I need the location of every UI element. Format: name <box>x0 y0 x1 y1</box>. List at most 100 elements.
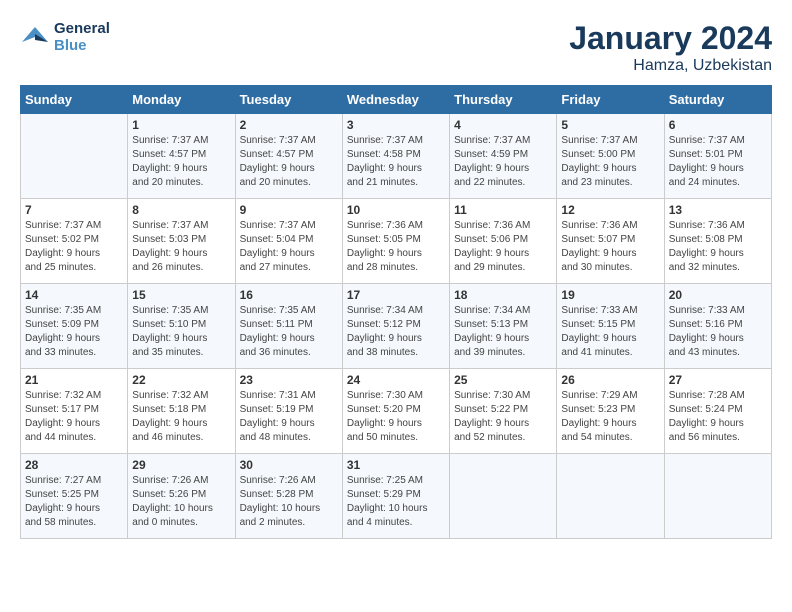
calendar-cell: 23 Sunrise: 7:31 AM Sunset: 5:19 PM Dayli… <box>235 369 342 454</box>
day-number: 31 <box>347 458 445 472</box>
calendar-cell: 27 Sunrise: 7:28 AM Sunset: 5:24 PM Dayli… <box>664 369 771 454</box>
day-number: 14 <box>25 288 123 302</box>
calendar-cell: 1 Sunrise: 7:37 AM Sunset: 4:57 PM Daylig… <box>128 114 235 199</box>
calendar-cell: 13 Sunrise: 7:36 AM Sunset: 5:08 PM Dayli… <box>664 199 771 284</box>
calendar-cell: 28Sunrise: 7:27 AM Sunset: 5:25 PM Dayli… <box>21 454 128 539</box>
cell-sun-info: Sunrise: 7:33 AM Sunset: 5:15 PM Dayligh… <box>561 304 659 360</box>
calendar-cell <box>450 454 557 539</box>
calendar-cell: 12 Sunrise: 7:36 AM Sunset: 5:07 PM Dayli… <box>557 199 664 284</box>
cell-sun-info: Sunrise: 7:26 AM Sunset: 5:26 PM Dayligh… <box>132 474 230 530</box>
calendar-cell: 11 Sunrise: 7:36 AM Sunset: 5:06 PM Dayli… <box>450 199 557 284</box>
calendar-header-row: SundayMondayTuesdayWednesdayThursdayFrid… <box>21 86 772 114</box>
day-number: 3 <box>347 118 445 132</box>
cell-sun-info: Sunrise: 7:36 AM Sunset: 5:07 PM Dayligh… <box>561 219 659 275</box>
cell-sun-info: Sunrise: 7:37 AM Sunset: 4:59 PM Dayligh… <box>454 134 552 190</box>
cell-sun-info: Sunrise: 7:34 AM Sunset: 5:13 PM Dayligh… <box>454 304 552 360</box>
calendar-week-row: 1 Sunrise: 7:37 AM Sunset: 4:57 PM Daylig… <box>21 114 772 199</box>
day-number: 28 <box>25 458 123 472</box>
calendar-cell: 31 Sunrise: 7:25 AM Sunset: 5:29 PM Dayli… <box>342 454 449 539</box>
calendar-table: SundayMondayTuesdayWednesdayThursdayFrid… <box>20 85 772 539</box>
day-number: 13 <box>669 203 767 217</box>
calendar-cell: 21Sunrise: 7:32 AM Sunset: 5:17 PM Dayli… <box>21 369 128 454</box>
day-number: 2 <box>240 118 338 132</box>
cell-sun-info: Sunrise: 7:37 AM Sunset: 5:00 PM Dayligh… <box>561 134 659 190</box>
day-number: 23 <box>240 373 338 387</box>
cell-sun-info: Sunrise: 7:32 AM Sunset: 5:18 PM Dayligh… <box>132 389 230 445</box>
calendar-cell: 16 Sunrise: 7:35 AM Sunset: 5:11 PM Dayli… <box>235 284 342 369</box>
calendar-week-row: 7 Sunrise: 7:37 AM Sunset: 5:02 PM Daylig… <box>21 199 772 284</box>
cell-sun-info: Sunrise: 7:37 AM Sunset: 4:57 PM Dayligh… <box>132 134 230 190</box>
calendar-cell: 5Sunrise: 7:37 AM Sunset: 5:00 PM Daylig… <box>557 114 664 199</box>
calendar-cell: 3Sunrise: 7:37 AM Sunset: 4:58 PM Daylig… <box>342 114 449 199</box>
cell-sun-info: Sunrise: 7:26 AM Sunset: 5:28 PM Dayligh… <box>240 474 338 530</box>
calendar-cell: 6Sunrise: 7:37 AM Sunset: 5:01 PM Daylig… <box>664 114 771 199</box>
cell-sun-info: Sunrise: 7:30 AM Sunset: 5:20 PM Dayligh… <box>347 389 445 445</box>
day-number: 27 <box>669 373 767 387</box>
calendar-cell: 15 Sunrise: 7:35 AM Sunset: 5:10 PM Dayli… <box>128 284 235 369</box>
day-number: 10 <box>347 203 445 217</box>
calendar-cell: 17Sunrise: 7:34 AM Sunset: 5:12 PM Dayli… <box>342 284 449 369</box>
day-number: 1 <box>132 118 230 132</box>
calendar-cell: 25Sunrise: 7:30 AM Sunset: 5:22 PM Dayli… <box>450 369 557 454</box>
day-header-friday: Friday <box>557 86 664 114</box>
day-number: 9 <box>240 203 338 217</box>
calendar-cell: 10 Sunrise: 7:36 AM Sunset: 5:05 PM Dayli… <box>342 199 449 284</box>
cell-sun-info: Sunrise: 7:35 AM Sunset: 5:11 PM Dayligh… <box>240 304 338 360</box>
calendar-cell: 8 Sunrise: 7:37 AM Sunset: 5:03 PM Daylig… <box>128 199 235 284</box>
day-header-monday: Monday <box>128 86 235 114</box>
calendar-cell: 14 Sunrise: 7:35 AM Sunset: 5:09 PM Dayli… <box>21 284 128 369</box>
cell-sun-info: Sunrise: 7:37 AM Sunset: 5:01 PM Dayligh… <box>669 134 767 190</box>
day-number: 22 <box>132 373 230 387</box>
month-year-title: January 2024 <box>569 20 772 57</box>
calendar-cell <box>557 454 664 539</box>
calendar-cell: 9 Sunrise: 7:37 AM Sunset: 5:04 PM Daylig… <box>235 199 342 284</box>
calendar-cell <box>21 114 128 199</box>
day-number: 29 <box>132 458 230 472</box>
cell-sun-info: Sunrise: 7:37 AM Sunset: 5:03 PM Dayligh… <box>132 219 230 275</box>
title-block: January 2024 Hamza, Uzbekistan <box>569 20 772 75</box>
cell-sun-info: Sunrise: 7:36 AM Sunset: 5:08 PM Dayligh… <box>669 219 767 275</box>
day-number: 21 <box>25 373 123 387</box>
calendar-week-row: 14 Sunrise: 7:35 AM Sunset: 5:09 PM Dayli… <box>21 284 772 369</box>
cell-sun-info: Sunrise: 7:33 AM Sunset: 5:16 PM Dayligh… <box>669 304 767 360</box>
logo: General Blue <box>20 20 110 54</box>
calendar-cell: 30 Sunrise: 7:26 AM Sunset: 5:28 PM Dayli… <box>235 454 342 539</box>
cell-sun-info: Sunrise: 7:37 AM Sunset: 5:02 PM Dayligh… <box>25 219 123 275</box>
calendar-cell: 20 Sunrise: 7:33 AM Sunset: 5:16 PM Dayli… <box>664 284 771 369</box>
cell-sun-info: Sunrise: 7:36 AM Sunset: 5:05 PM Dayligh… <box>347 219 445 275</box>
cell-sun-info: Sunrise: 7:29 AM Sunset: 5:23 PM Dayligh… <box>561 389 659 445</box>
cell-sun-info: Sunrise: 7:30 AM Sunset: 5:22 PM Dayligh… <box>454 389 552 445</box>
day-number: 11 <box>454 203 552 217</box>
day-number: 8 <box>132 203 230 217</box>
calendar-cell: 7 Sunrise: 7:37 AM Sunset: 5:02 PM Daylig… <box>21 199 128 284</box>
day-number: 15 <box>132 288 230 302</box>
day-number: 4 <box>454 118 552 132</box>
day-header-sunday: Sunday <box>21 86 128 114</box>
calendar-cell: 26Sunrise: 7:29 AM Sunset: 5:23 PM Dayli… <box>557 369 664 454</box>
day-header-saturday: Saturday <box>664 86 771 114</box>
calendar-week-row: 28Sunrise: 7:27 AM Sunset: 5:25 PM Dayli… <box>21 454 772 539</box>
day-number: 7 <box>25 203 123 217</box>
cell-sun-info: Sunrise: 7:31 AM Sunset: 5:19 PM Dayligh… <box>240 389 338 445</box>
day-number: 18 <box>454 288 552 302</box>
calendar-cell: 29 Sunrise: 7:26 AM Sunset: 5:26 PM Dayli… <box>128 454 235 539</box>
page-header: General Blue January 2024 Hamza, Uzbekis… <box>20 20 772 75</box>
day-number: 30 <box>240 458 338 472</box>
calendar-cell: 18 Sunrise: 7:34 AM Sunset: 5:13 PM Dayli… <box>450 284 557 369</box>
cell-sun-info: Sunrise: 7:35 AM Sunset: 5:09 PM Dayligh… <box>25 304 123 360</box>
calendar-cell: 4 Sunrise: 7:37 AM Sunset: 4:59 PM Daylig… <box>450 114 557 199</box>
cell-sun-info: Sunrise: 7:25 AM Sunset: 5:29 PM Dayligh… <box>347 474 445 530</box>
day-number: 12 <box>561 203 659 217</box>
day-number: 20 <box>669 288 767 302</box>
cell-sun-info: Sunrise: 7:36 AM Sunset: 5:06 PM Dayligh… <box>454 219 552 275</box>
cell-sun-info: Sunrise: 7:28 AM Sunset: 5:24 PM Dayligh… <box>669 389 767 445</box>
day-number: 16 <box>240 288 338 302</box>
cell-sun-info: Sunrise: 7:37 AM Sunset: 5:04 PM Dayligh… <box>240 219 338 275</box>
calendar-cell: 2 Sunrise: 7:37 AM Sunset: 4:57 PM Daylig… <box>235 114 342 199</box>
day-number: 24 <box>347 373 445 387</box>
day-number: 19 <box>561 288 659 302</box>
day-number: 17 <box>347 288 445 302</box>
cell-sun-info: Sunrise: 7:37 AM Sunset: 4:57 PM Dayligh… <box>240 134 338 190</box>
cell-sun-info: Sunrise: 7:35 AM Sunset: 5:10 PM Dayligh… <box>132 304 230 360</box>
calendar-week-row: 21Sunrise: 7:32 AM Sunset: 5:17 PM Dayli… <box>21 369 772 454</box>
